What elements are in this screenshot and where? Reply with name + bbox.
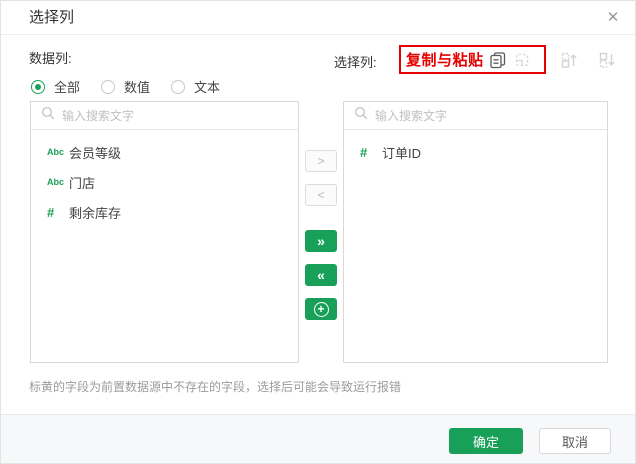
paste-icon[interactable] bbox=[513, 51, 531, 69]
close-icon[interactable]: ✕ bbox=[603, 8, 623, 28]
copy-icon[interactable] bbox=[489, 51, 507, 69]
radio-text[interactable]: 文本 bbox=[171, 77, 220, 96]
data-columns-label: 数据列: bbox=[29, 48, 72, 67]
radio-numeric-label: 数值 bbox=[124, 77, 150, 96]
search-icon bbox=[41, 106, 55, 125]
left-search-input[interactable] bbox=[62, 109, 288, 123]
radio-circle-icon bbox=[31, 80, 45, 94]
move-left-button[interactable]: < bbox=[305, 184, 337, 206]
move-right-button[interactable]: > bbox=[305, 150, 337, 172]
field-label: 订单ID bbox=[382, 143, 421, 162]
radio-numeric[interactable]: 数值 bbox=[101, 77, 150, 96]
text-type-icon: Abc bbox=[47, 147, 69, 157]
radio-all-label: 全部 bbox=[54, 77, 80, 96]
field-label: 门店 bbox=[69, 173, 95, 192]
move-bottom-icon[interactable] bbox=[598, 51, 616, 69]
cancel-button[interactable]: 取消 bbox=[539, 428, 611, 454]
number-type-icon: # bbox=[360, 145, 382, 160]
list-item[interactable]: # 剩余库存 bbox=[31, 197, 298, 227]
move-all-left-button[interactable]: « bbox=[305, 264, 337, 286]
annotation-box: 复制与粘贴 bbox=[399, 45, 546, 74]
field-label: 剩余库存 bbox=[69, 203, 121, 222]
selected-columns-label: 选择列: bbox=[334, 52, 377, 71]
selected-columns-panel: # 订单ID bbox=[343, 101, 608, 363]
available-columns-panel: Abc 会员等级 Abc 门店 # 剩余库存 bbox=[30, 101, 299, 363]
left-item-list: Abc 会员等级 Abc 门店 # 剩余库存 bbox=[31, 130, 298, 227]
search-icon bbox=[354, 106, 368, 125]
radio-circle-icon bbox=[101, 80, 115, 94]
list-item[interactable]: Abc 会员等级 bbox=[31, 137, 298, 167]
number-type-icon: # bbox=[47, 205, 69, 220]
list-item[interactable]: Abc 门店 bbox=[31, 167, 298, 197]
right-item-list: # 订单ID bbox=[344, 130, 607, 167]
right-search-row bbox=[344, 102, 607, 130]
right-search-input[interactable] bbox=[375, 109, 597, 123]
add-column-button[interactable]: + bbox=[305, 298, 337, 320]
plus-circle-icon: + bbox=[314, 302, 329, 317]
ok-button[interactable]: 确定 bbox=[449, 428, 523, 454]
list-item[interactable]: # 订单ID bbox=[344, 137, 607, 167]
annotation-label: 复制与粘贴 bbox=[406, 49, 484, 70]
dialog-title: 选择列 bbox=[29, 1, 74, 34]
column-type-radio-group: 全部 数值 文本 bbox=[31, 77, 241, 96]
dialog-header: 选择列 ✕ bbox=[1, 1, 635, 35]
radio-text-label: 文本 bbox=[194, 77, 220, 96]
dialog-footer: 确定 取消 bbox=[1, 414, 635, 464]
text-type-icon: Abc bbox=[47, 177, 69, 187]
warning-note: 标黄的字段为前置数据源中不存在的字段，选择后可能会导致运行报错 bbox=[29, 378, 401, 395]
select-columns-dialog: 选择列 ✕ 数据列: 全部 数值 文本 选择列: 复制与粘贴 bbox=[0, 0, 636, 464]
move-all-right-button[interactable]: » bbox=[305, 230, 337, 252]
field-label: 会员等级 bbox=[69, 143, 121, 162]
radio-all[interactable]: 全部 bbox=[31, 77, 80, 96]
move-top-icon[interactable] bbox=[560, 51, 578, 69]
radio-circle-icon bbox=[171, 80, 185, 94]
left-search-row bbox=[31, 102, 298, 130]
